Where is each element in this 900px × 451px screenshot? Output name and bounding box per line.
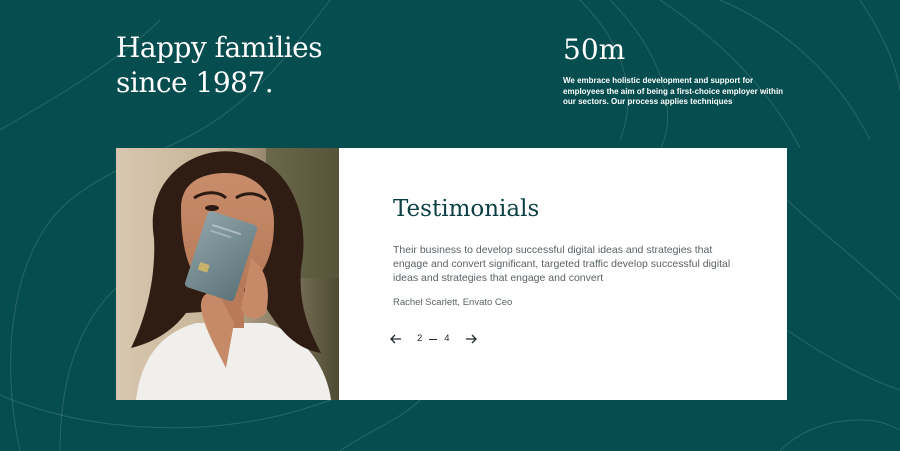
arrow-right-icon[interactable]	[464, 332, 478, 346]
pager-current: 2	[417, 333, 423, 344]
pager-separator	[429, 338, 438, 340]
testimonial-pager: 2 4	[389, 330, 478, 348]
headline-line-2: since 1987.	[116, 66, 274, 99]
pager-total: 4	[444, 333, 450, 344]
testimonial-card: Testimonials Their business to develop s…	[116, 148, 787, 400]
testimonial-content: Testimonials Their business to develop s…	[339, 148, 787, 400]
stat-number: 50m	[563, 33, 626, 66]
testimonial-author: Rachel Scarlett, Envato Ceo	[393, 297, 513, 308]
testimonial-photo	[116, 148, 339, 400]
testimonial-quote: Their business to develop successful dig…	[393, 244, 731, 284]
hero-headline: Happy families since 1987.	[116, 30, 323, 100]
headline-line-1: Happy families	[116, 31, 323, 64]
stat-description: We embrace holistic development and supp…	[563, 76, 784, 106]
testimonial-title: Testimonials	[393, 196, 540, 222]
arrow-left-icon[interactable]	[389, 332, 403, 346]
portrait-photo-icon	[116, 148, 339, 400]
